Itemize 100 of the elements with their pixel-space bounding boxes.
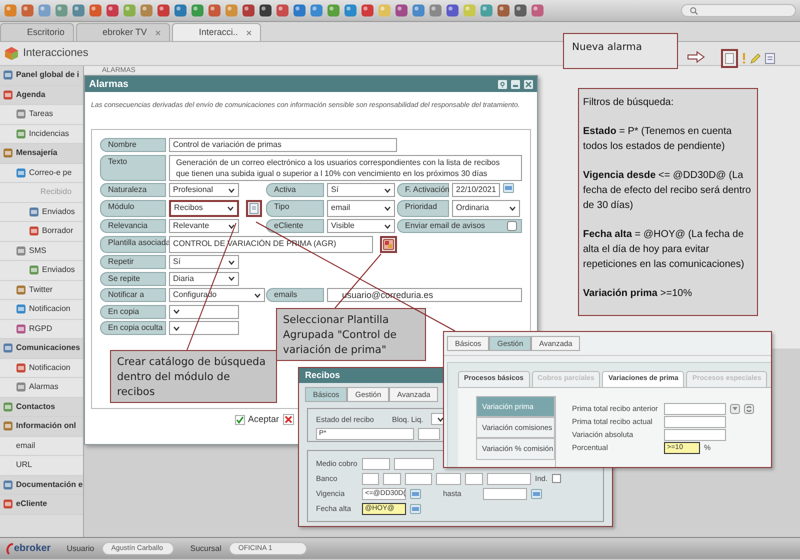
item-icon bbox=[16, 382, 26, 392]
dropdown[interactable]: email bbox=[327, 200, 395, 216]
text-field[interactable] bbox=[418, 428, 440, 440]
item-icon bbox=[3, 148, 13, 158]
text-field[interactable] bbox=[664, 416, 726, 428]
sidebar-item[interactable]: Contactos bbox=[0, 398, 83, 417]
sidebar-item[interactable]: Notificacion bbox=[0, 358, 83, 378]
sidebar-item[interactable]: eCliente bbox=[0, 495, 83, 514]
field-label: En copia bbox=[100, 304, 166, 318]
close-icon[interactable] bbox=[246, 30, 252, 36]
text-field[interactable] bbox=[465, 472, 483, 485]
sidebar-item[interactable]: Información onl bbox=[0, 417, 83, 436]
field-label: Sucursal bbox=[190, 542, 222, 554]
app-icon[interactable] bbox=[361, 4, 374, 17]
app-icon[interactable] bbox=[395, 4, 408, 17]
calendar-icon[interactable] bbox=[410, 504, 421, 514]
sidebar-item[interactable]: Agenda bbox=[0, 86, 83, 105]
pencil-icon[interactable] bbox=[750, 53, 761, 64]
text-field[interactable] bbox=[487, 472, 531, 485]
dropdown[interactable]: Sí bbox=[327, 183, 395, 197]
item-icon bbox=[3, 90, 13, 100]
page-title: Interacciones bbox=[23, 46, 88, 62]
checkbox[interactable] bbox=[507, 221, 517, 231]
minimize-icon[interactable] bbox=[511, 80, 520, 88]
dropdown[interactable]: Relevante bbox=[169, 219, 239, 233]
sidebar-item[interactable]: Comunicaciones bbox=[0, 339, 83, 358]
dropdown[interactable]: Sí bbox=[169, 255, 239, 269]
app-icon[interactable] bbox=[446, 4, 459, 17]
field-label: Prioridad bbox=[397, 200, 449, 216]
new-document-button[interactable] bbox=[721, 49, 738, 68]
tab[interactable]: ebroker TV bbox=[76, 23, 170, 41]
chevron-icon bbox=[227, 206, 234, 210]
template-icon[interactable] bbox=[383, 238, 394, 250]
checkbox[interactable] bbox=[552, 474, 561, 484]
text-field[interactable] bbox=[664, 402, 726, 415]
app-icon[interactable] bbox=[174, 4, 187, 17]
field-label: Texto bbox=[100, 154, 166, 180]
icon-button[interactable] bbox=[246, 200, 262, 216]
text-field[interactable] bbox=[405, 472, 432, 485]
close-icon[interactable] bbox=[154, 30, 161, 36]
dropdown[interactable]: Profesional bbox=[169, 183, 239, 197]
close-icon[interactable] bbox=[524, 80, 533, 88]
text-field[interactable] bbox=[383, 472, 401, 485]
sidebar-item[interactable]: email bbox=[0, 436, 83, 456]
sidebar-item[interactable]: Enviados bbox=[0, 202, 83, 222]
tab[interactable]: Escritorio bbox=[0, 23, 74, 41]
app-icon[interactable] bbox=[157, 4, 170, 17]
sidebar-item[interactable]: URL bbox=[0, 456, 83, 476]
text-field[interactable] bbox=[436, 472, 461, 485]
text-field[interactable] bbox=[394, 458, 434, 470]
item-icon bbox=[16, 284, 26, 295]
dropdown[interactable]: Visible bbox=[327, 219, 395, 233]
item-icon bbox=[29, 226, 39, 236]
sidebar-item[interactable]: Documentación e bbox=[0, 476, 83, 495]
app-icon[interactable] bbox=[514, 4, 527, 17]
cancel-icon[interactable] bbox=[283, 414, 294, 426]
sidebar-item[interactable]: Mensajería bbox=[0, 144, 83, 164]
exclamation-icon[interactable] bbox=[742, 53, 746, 64]
sidebar-item[interactable]: Twitter bbox=[0, 280, 83, 300]
icon-button[interactable] bbox=[380, 236, 397, 252]
refresh-icon[interactable] bbox=[744, 404, 754, 414]
text-field[interactable]: Control de variación de primas bbox=[169, 138, 397, 152]
sidebar-item[interactable]: Correo-e pe bbox=[0, 164, 83, 183]
app-icon[interactable] bbox=[259, 4, 272, 17]
calendar-icon[interactable] bbox=[503, 183, 514, 193]
sidebar-item[interactable]: SMS bbox=[0, 242, 83, 261]
note-text: Filtros de búsqueda: bbox=[583, 96, 675, 110]
calendar-icon[interactable] bbox=[531, 488, 542, 499]
list-icon[interactable] bbox=[765, 53, 775, 64]
text-field[interactable] bbox=[664, 428, 726, 441]
field-label: Repetir bbox=[100, 255, 166, 269]
sidebar-item[interactable]: Incidencias bbox=[0, 124, 83, 144]
tab[interactable]: Interacci.. bbox=[172, 23, 261, 41]
help-icon[interactable] bbox=[498, 80, 507, 88]
chevron-icon bbox=[228, 188, 235, 192]
app-icon[interactable] bbox=[242, 4, 255, 17]
sidebar-item[interactable]: Alarmas bbox=[0, 378, 83, 398]
dropdown[interactable]: Ordinaria bbox=[452, 200, 520, 216]
field-label: Notificar a bbox=[100, 288, 166, 302]
search-field[interactable] bbox=[681, 4, 796, 17]
app-icon[interactable] bbox=[106, 4, 119, 17]
chevron-icon bbox=[228, 260, 235, 264]
sidebar-item[interactable]: Enviados bbox=[0, 261, 83, 280]
filter-icon[interactable] bbox=[730, 404, 740, 414]
sidebar-item[interactable]: RGPD bbox=[0, 320, 83, 339]
text-field[interactable] bbox=[362, 458, 390, 470]
dropdown[interactable]: Diaria bbox=[169, 272, 239, 286]
sidebar-item[interactable]: Notificacion bbox=[0, 300, 83, 320]
sidebar-item[interactable]: Tareas bbox=[0, 105, 83, 124]
text-field[interactable] bbox=[362, 472, 379, 485]
app-icon[interactable] bbox=[497, 4, 510, 17]
dropdown[interactable]: Recibos bbox=[169, 200, 239, 216]
ok-button[interactable]: Aceptar bbox=[235, 413, 280, 426]
sidebar-item[interactable]: Borrador bbox=[0, 222, 83, 242]
field-label: Relevancia bbox=[100, 219, 166, 233]
text-field[interactable] bbox=[483, 488, 528, 500]
date-field[interactable]: 22/10/2021 bbox=[452, 183, 500, 197]
text-area[interactable]: Generación de un correo electrónico a los usuarios correspondientes con la lista de recibos que tienen una subida igual o superior a l 10% con vencimiento en los próximos 30 días bbox=[169, 154, 522, 180]
sidebar-item[interactable]: Panel global de i bbox=[0, 66, 83, 86]
calendar-icon[interactable] bbox=[410, 488, 421, 499]
